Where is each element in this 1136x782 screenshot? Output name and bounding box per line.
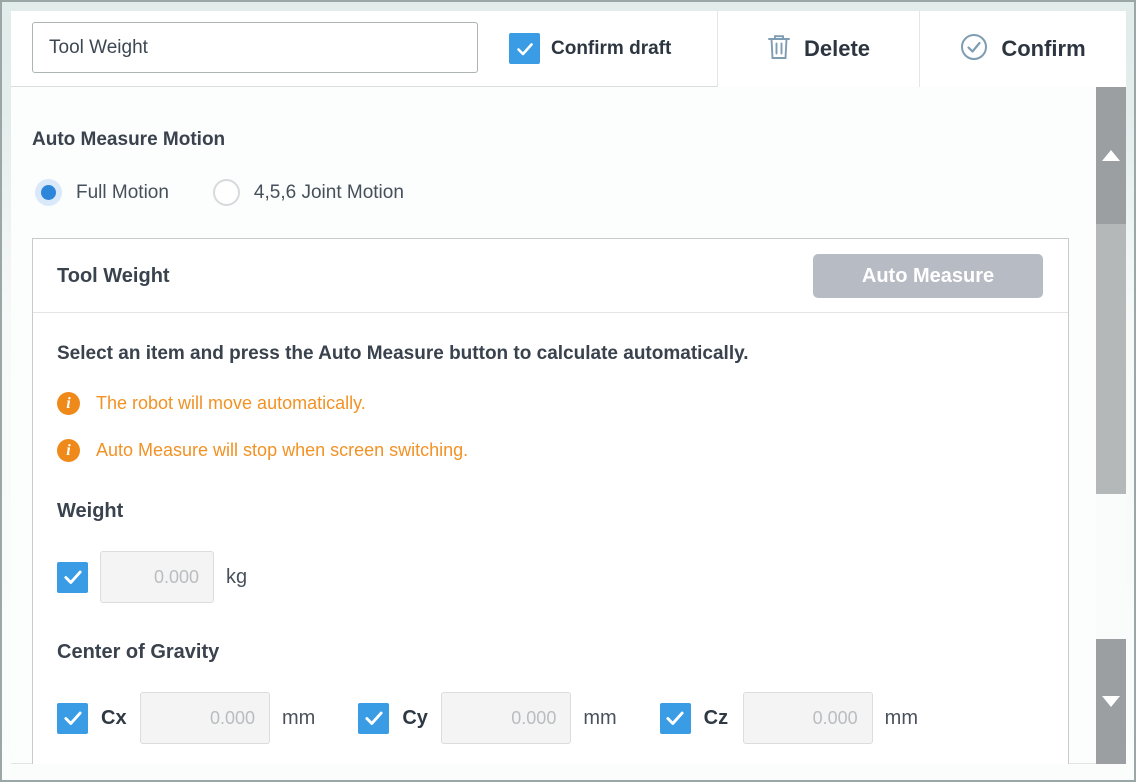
radio-full-motion[interactable]: Full Motion xyxy=(35,179,169,206)
delete-button[interactable]: Delete xyxy=(718,11,919,87)
top-toolbar: Confirm draft Delete Confirm xyxy=(11,11,1126,87)
cog-cz-group: Cz mm xyxy=(660,692,918,744)
delete-button-label: Delete xyxy=(804,36,870,62)
confirm-button-label: Confirm xyxy=(1001,36,1085,62)
check-icon xyxy=(62,707,84,729)
radio-456-joint-motion-label: 4,5,6 Joint Motion xyxy=(254,182,404,204)
cy-checkbox[interactable] xyxy=(358,703,389,734)
cz-label: Cz xyxy=(704,707,731,730)
check-circle-icon xyxy=(960,33,988,66)
auto-measure-motion-title: Auto Measure Motion xyxy=(32,129,225,151)
cx-checkbox[interactable] xyxy=(57,703,88,734)
info-icon: i xyxy=(57,392,80,415)
panel-title: Tool Weight xyxy=(57,239,170,313)
info-icon: i xyxy=(57,439,80,462)
confirm-button[interactable]: Confirm xyxy=(920,11,1126,87)
weight-unit: kg xyxy=(226,566,247,589)
cog-cy-group: Cy mm xyxy=(358,692,616,744)
radio-full-motion-label: Full Motion xyxy=(76,182,169,204)
cx-input[interactable] xyxy=(140,692,270,744)
cz-checkbox[interactable] xyxy=(660,703,691,734)
cog-cx-group: Cx mm xyxy=(57,692,315,744)
arrow-down-icon xyxy=(1102,696,1120,707)
cy-unit: mm xyxy=(583,707,616,730)
panel-header: Tool Weight Auto Measure xyxy=(33,239,1068,313)
cx-unit: mm xyxy=(282,707,315,730)
cy-label: Cy xyxy=(402,707,429,730)
check-icon xyxy=(363,707,385,729)
auto-measure-button[interactable]: Auto Measure xyxy=(813,254,1043,298)
radio-selected-icon xyxy=(35,179,62,206)
check-icon xyxy=(62,566,84,588)
check-icon xyxy=(515,39,535,59)
weight-checkbox[interactable] xyxy=(57,562,88,593)
vertical-scrollbar xyxy=(1096,87,1126,764)
cog-section-title: Center of Gravity xyxy=(57,641,1044,664)
tool-name-input[interactable] xyxy=(32,22,478,73)
cz-input[interactable] xyxy=(743,692,873,744)
radio-456-joint-motion[interactable]: 4,5,6 Joint Motion xyxy=(213,179,404,206)
scroll-down-button[interactable] xyxy=(1096,639,1126,764)
cy-input[interactable] xyxy=(441,692,571,744)
cx-label: Cx xyxy=(101,707,128,730)
cz-unit: mm xyxy=(885,707,918,730)
weight-row: kg xyxy=(57,551,1044,603)
arrow-up-icon xyxy=(1102,150,1120,161)
weight-section-title: Weight xyxy=(57,500,1044,523)
motion-radio-group: Full Motion 4,5,6 Joint Motion xyxy=(35,179,404,206)
warning-text: Auto Measure will stop when screen switc… xyxy=(96,440,468,461)
scrollbar-thumb[interactable] xyxy=(1096,224,1126,494)
tool-weight-panel: Tool Weight Auto Measure Select an item … xyxy=(32,238,1069,764)
radio-unselected-icon xyxy=(213,179,240,206)
warning-text: The robot will move automatically. xyxy=(96,393,366,414)
scrollbar-track[interactable] xyxy=(1096,494,1126,639)
confirm-draft-label: Confirm draft xyxy=(551,11,671,87)
settings-content: Auto Measure Motion Full Motion 4,5,6 Jo… xyxy=(11,87,1126,764)
cog-row: Cx mm Cy mm xyxy=(57,692,1044,744)
scroll-up-button[interactable] xyxy=(1096,87,1126,224)
instruction-text: Select an item and press the Auto Measur… xyxy=(57,343,1044,365)
trash-icon xyxy=(767,33,791,65)
weight-input[interactable] xyxy=(100,551,214,603)
warning-row: i The robot will move automatically. xyxy=(57,392,1044,415)
confirm-draft-checkbox[interactable] xyxy=(509,33,540,64)
warning-row: i Auto Measure will stop when screen swi… xyxy=(57,439,1044,462)
check-icon xyxy=(664,707,686,729)
panel-body: Select an item and press the Auto Measur… xyxy=(33,343,1068,744)
